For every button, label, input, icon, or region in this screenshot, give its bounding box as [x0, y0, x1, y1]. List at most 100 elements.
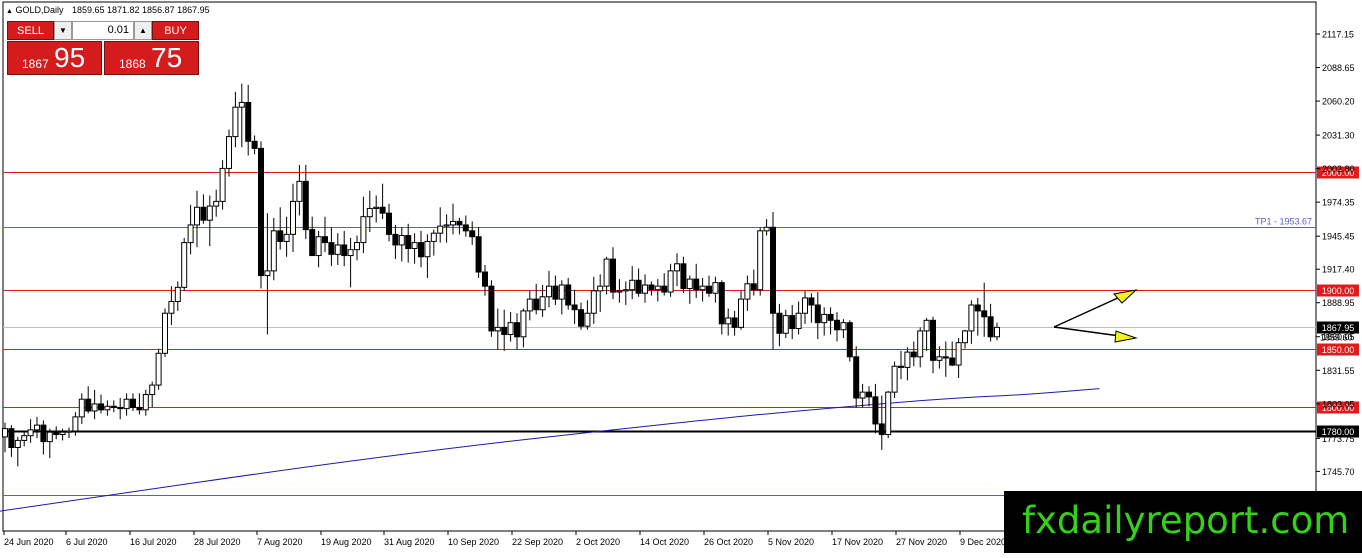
one-click-trade-panel: SELL ▼ 0.01 ▲ BUY 1867 95 1868 75 [7, 21, 199, 75]
bearish-candle [302, 180, 309, 231]
bullish-candle [962, 330, 968, 344]
bullish-candle [315, 236, 322, 257]
bullish-candle [430, 232, 437, 242]
buy-price-main: 1868 [119, 57, 146, 71]
bearish-candle [552, 285, 559, 300]
lot-size-input[interactable]: 0.01 [72, 21, 134, 40]
bullish-candle [763, 226, 770, 232]
bullish-candle [712, 282, 719, 294]
bullish-candle [168, 300, 175, 314]
bearish-candle [258, 147, 264, 277]
bullish-candle [72, 416, 79, 432]
bearish-candle [514, 322, 520, 338]
bearish-candle [565, 284, 572, 306]
bearish-candle [750, 283, 757, 291]
buy-price-big: 75 [151, 42, 183, 73]
lot-increase-button[interactable]: ▲ [134, 21, 152, 40]
y-tick-label: 1745.70 [1322, 467, 1355, 477]
x-tick-label: 9 Dec 2020 [960, 537, 1006, 547]
tp1-label: TP1 - 1953.67 [1255, 217, 1312, 227]
bullish-candle [283, 233, 290, 242]
bullish-candle [366, 207, 373, 218]
bearish-candle [533, 298, 540, 311]
bearish-candle [40, 424, 47, 443]
bearish-candle [789, 315, 796, 330]
bullish-candle [437, 225, 444, 234]
bearish-candle [130, 398, 136, 408]
bullish-candle [629, 279, 636, 291]
plot-frame [2, 1, 1317, 532]
buy-button[interactable]: BUY [152, 21, 199, 40]
bullish-candle [738, 298, 744, 328]
x-tick-label: 5 Nov 2020 [768, 537, 814, 547]
sell-button[interactable]: SELL [7, 21, 54, 40]
bearish-candle [661, 285, 668, 293]
x-tick-label: 28 Jul 2020 [194, 537, 241, 547]
lot-decrease-button[interactable]: ▼ [54, 21, 72, 40]
bullish-candle [123, 398, 130, 410]
bullish-candle [238, 101, 245, 108]
bearish-candle [456, 220, 463, 226]
secondary-price-label: 1859.60 [1320, 332, 1353, 342]
bearish-candle [853, 356, 860, 399]
bearish-candle [872, 396, 879, 425]
bearish-candle [53, 431, 60, 436]
bearish-candle [981, 310, 988, 318]
bullish-candle [821, 313, 828, 324]
bearish-candle [878, 423, 885, 436]
sell-price-box[interactable]: 1867 95 [7, 41, 102, 75]
bearish-candle [731, 317, 738, 328]
bullish-candle [219, 167, 226, 202]
bearish-candle [776, 312, 783, 334]
bullish-candle [654, 285, 661, 291]
bullish-candle [904, 351, 911, 368]
lot-size-value: 0.01 [107, 24, 129, 36]
bearish-candle [85, 398, 92, 412]
bullish-candle [507, 322, 514, 335]
sell-price-main: 1867 [22, 57, 49, 71]
x-tick-label: 10 Sep 2020 [448, 537, 499, 547]
bullish-candle [859, 391, 866, 399]
bullish-candle [494, 326, 501, 332]
x-tick-label: 2 Oct 2020 [576, 537, 620, 547]
watermark-text: fxdailyreport.com [1022, 499, 1350, 542]
bullish-candle [226, 136, 232, 169]
bearish-candle [386, 212, 392, 235]
y-tick-label: 2088.65 [1322, 63, 1355, 73]
bullish-candle [936, 356, 943, 361]
gold-daily-chart[interactable]: TP1 - 1953.67 2000.001900.001867.951850.… [0, 0, 1362, 553]
bullish-candle [46, 431, 53, 443]
bearish-candle [834, 319, 840, 331]
bearish-candle [578, 309, 584, 327]
y-tick-label: 1831.55 [1322, 366, 1355, 376]
bullish-candle [424, 240, 431, 258]
bullish-candle [162, 312, 168, 354]
bearish-candle [930, 319, 936, 361]
bullish-candle [59, 431, 66, 436]
bullish-candle [526, 298, 533, 312]
bearish-candle [328, 242, 335, 255]
bearish-candle [949, 357, 956, 366]
collapse-triangle-icon[interactable]: ▲ [6, 8, 13, 15]
bullish-candle [149, 384, 156, 395]
bullish-candle [232, 106, 239, 138]
bullish-candle [213, 200, 220, 207]
bearish-candle [648, 284, 655, 291]
chevron-down-icon: ▼ [59, 26, 67, 35]
watermark-box: fxdailyreport.com [1004, 491, 1362, 553]
bullish-candle [296, 180, 303, 202]
bullish-candle [142, 393, 149, 411]
bearish-candle [8, 428, 15, 448]
bullish-candle [14, 439, 21, 448]
y-tick-label: 1773.75 [1322, 434, 1355, 444]
bearish-candle [501, 326, 508, 335]
bullish-candle [674, 263, 680, 272]
bearish-candle [680, 263, 687, 290]
bullish-candle [667, 270, 674, 293]
bearish-candle [718, 282, 725, 325]
bullish-candle [264, 270, 271, 277]
bearish-candle [418, 242, 424, 258]
bullish-candle [795, 312, 802, 330]
chart-root: TP1 - 1953.67 2000.00 1900.00 1867.95 1850.… [0, 0, 1362, 553]
buy-price-box[interactable]: 1868 75 [104, 41, 199, 75]
